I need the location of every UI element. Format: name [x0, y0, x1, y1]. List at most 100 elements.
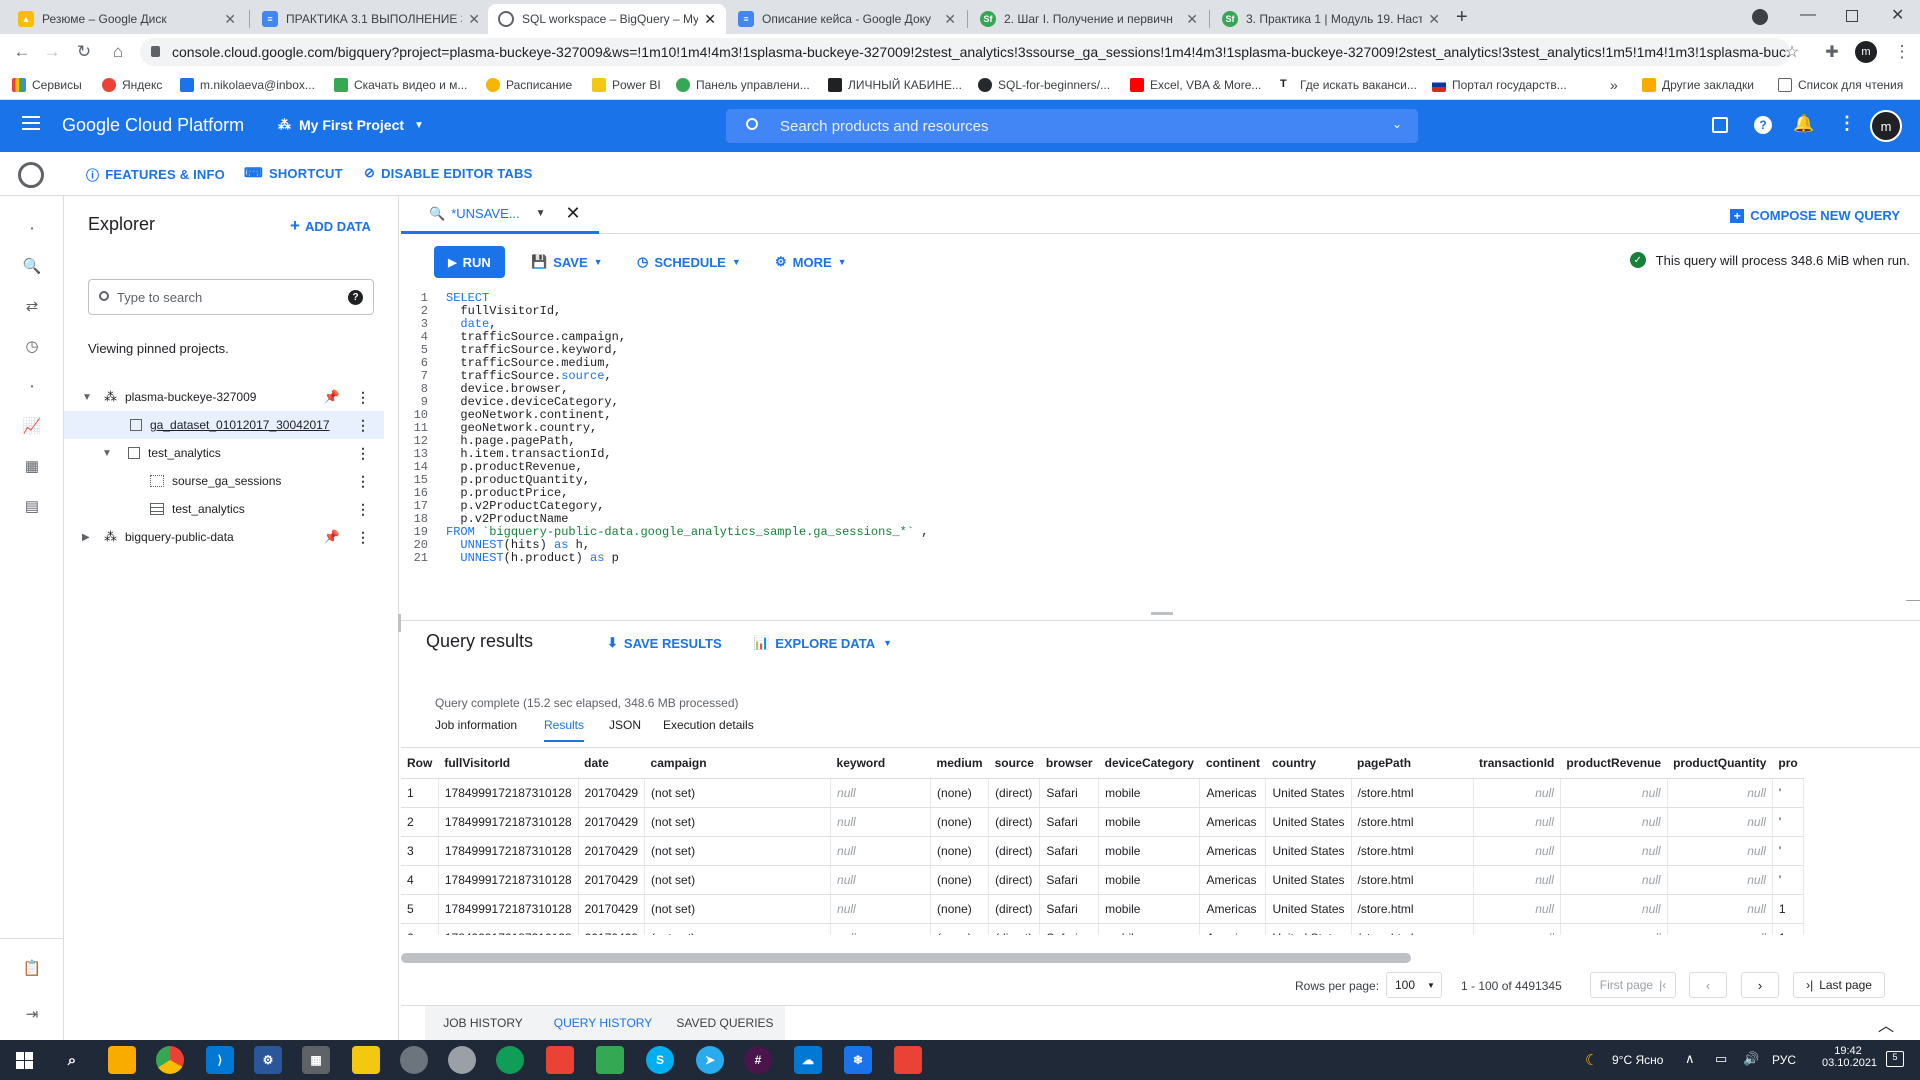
telegram-icon[interactable]: ➤ — [696, 1046, 724, 1074]
data-transfers-icon[interactable]: ⇄ — [20, 294, 44, 318]
expand-less-icon[interactable]: ︿ — [1878, 1012, 1894, 1036]
save-button[interactable]: 💾 SAVE ▼ — [531, 254, 603, 270]
home-icon[interactable]: ⌂ — [106, 40, 130, 64]
kebab-menu-icon[interactable]: ⋮ — [356, 473, 370, 489]
column-header[interactable]: deviceCategory — [1098, 748, 1200, 779]
editor-scrollbar[interactable] — [1906, 600, 1920, 601]
reload-icon[interactable]: ↻ — [72, 40, 96, 64]
editor-tab-unsaved[interactable]: 🔍 *UNSAVE... ▼ ✕ — [401, 196, 599, 234]
app-icon[interactable]: ❄ — [844, 1046, 872, 1074]
skype-icon[interactable]: S — [646, 1046, 674, 1074]
powerbi-taskbar-icon[interactable] — [352, 1046, 380, 1074]
column-header[interactable]: medium — [930, 748, 989, 779]
browser-tab-active[interactable]: SQL workspace – BigQuery – My ✕ — [488, 4, 726, 34]
project-selector[interactable]: ⁂ My First Project ▼ — [278, 117, 424, 133]
tool-icon[interactable]: ⚙ — [254, 1046, 282, 1074]
sql-workspace-search-icon[interactable]: 🔍 — [20, 254, 44, 278]
pin-icon[interactable]: 📌 — [324, 529, 340, 545]
schedule-button[interactable]: ◷ SCHEDULE ▼ — [637, 254, 741, 270]
notifications-bell-icon[interactable]: 🔔 — [1793, 114, 1814, 134]
last-page-button[interactable]: ›| Last page — [1793, 972, 1885, 998]
tab-job-history[interactable]: JOB HISTORY — [425, 1006, 541, 1040]
bookmark-item[interactable]: T Где искать ваканси... — [1280, 76, 1417, 94]
language-indicator[interactable]: РУС — [1772, 1053, 1796, 1067]
chrome-icon[interactable] — [156, 1046, 184, 1074]
browser-tab[interactable]: Sf 3. Практика 1 | Модуль 19. Наст ✕ — [1212, 4, 1450, 34]
gcp-brand[interactable]: Google Cloud Platform — [62, 115, 244, 136]
kebab-menu-icon[interactable]: ⋮ — [356, 389, 370, 405]
tab-saved-queries[interactable]: SAVED QUERIES — [665, 1006, 785, 1040]
rows-per-page-select[interactable]: 100 ▼ — [1386, 972, 1442, 998]
explorer-search-input[interactable]: Type to search ? — [88, 279, 374, 315]
release-notes-icon[interactable]: 📋 — [20, 956, 44, 980]
browser-tab[interactable]: ▲ Резюме – Google Диск ✕ — [8, 4, 246, 34]
calculator-icon[interactable]: ▦ — [302, 1046, 330, 1074]
column-header[interactable]: country — [1265, 748, 1352, 779]
chrome-menu-icon[interactable]: ⋮ — [1890, 40, 1914, 64]
bookmark-item[interactable]: Портал государств... — [1432, 76, 1567, 94]
run-button[interactable]: ▶ RUN — [434, 246, 505, 278]
help-icon[interactable]: ? — [1754, 116, 1772, 134]
bookmark-item[interactable]: SQL-for-beginners/... — [978, 76, 1110, 94]
app-icon[interactable] — [894, 1046, 922, 1074]
tab-search-icon[interactable] — [1752, 9, 1768, 25]
account-avatar[interactable]: m — [1870, 110, 1902, 142]
tree-project-plasma[interactable]: ▼ ⁂ plasma-buckeye-327009 📌 ⋮ — [64, 383, 384, 411]
browser-tab[interactable]: ≡ ПРАКТИКА 3.1 ВЫПОЛНЕНИЕ З ✕ — [252, 4, 490, 34]
clock[interactable]: 19:42 03.10.2021 — [1822, 1045, 1877, 1069]
reservations-icon[interactable]: ▤ — [20, 494, 44, 518]
edge-icon[interactable] — [496, 1046, 524, 1074]
column-header[interactable]: fullVisitorId — [438, 748, 579, 779]
bookmark-item[interactable]: m.nikolaeva@inbox... — [180, 76, 315, 94]
horizontal-scrollbar[interactable] — [401, 953, 1411, 963]
caret-down-icon[interactable]: ▼ — [536, 208, 546, 219]
pin-icon[interactable]: 📌 — [324, 389, 340, 405]
close-tab-icon[interactable]: ✕ — [468, 11, 480, 28]
back-icon[interactable]: ← — [10, 40, 34, 64]
close-tab-icon[interactable]: ✕ — [224, 11, 236, 28]
tree-dataset-ga[interactable]: ga_dataset_01012017_30042017 ⋮ — [64, 411, 384, 439]
network-icon[interactable]: ▭ — [1715, 1051, 1727, 1067]
column-header[interactable]: pro — [1772, 748, 1804, 779]
explore-data-button[interactable]: 📊 EXPLORE DATA ▼ — [753, 635, 892, 651]
tab-job-information[interactable]: Job information — [435, 718, 517, 732]
cloud-shell-icon[interactable] — [1712, 117, 1728, 133]
gcp-search[interactable]: Search products and resources ⌄ — [726, 109, 1418, 143]
editor-resize-handle[interactable] — [1151, 612, 1173, 615]
bookmark-item[interactable]: Панель управлени... — [676, 76, 810, 94]
extensions-icon[interactable]: ✚ — [1820, 40, 1844, 64]
tree-table-test-analytics[interactable]: test_analytics ⋮ — [64, 495, 384, 523]
forward-icon[interactable]: → — [40, 40, 64, 64]
slack-icon[interactable]: # — [744, 1046, 772, 1074]
sql-editor[interactable]: 1 SELECT 2 fullVisitorId, 3 date, 4 trafficS… — [401, 288, 1920, 620]
column-header[interactable]: campaign — [644, 748, 831, 779]
more-vert-icon[interactable]: ⋮ — [1838, 113, 1856, 134]
restore-icon[interactable] — [1846, 10, 1858, 22]
first-page-button[interactable]: First page |‹ — [1590, 972, 1676, 998]
taskbar-search-icon[interactable]: ⌕ — [58, 1046, 86, 1074]
bookmark-item[interactable]: ЛИЧНЫЙ КАБИНЕ... — [828, 76, 962, 94]
bookmark-item[interactable]: Расписание — [486, 76, 572, 94]
column-header[interactable]: pagePath — [1351, 748, 1474, 779]
profile-avatar[interactable]: m — [1855, 41, 1877, 63]
other-bookmarks[interactable]: Другие закладки — [1642, 76, 1754, 94]
hamburger-menu-icon[interactable] — [22, 116, 40, 130]
prev-page-button[interactable]: ‹ — [1689, 972, 1727, 998]
shortcut-button[interactable]: ⌨ SHORTCUT — [244, 165, 343, 181]
close-tab-icon[interactable]: ✕ — [944, 11, 956, 28]
app-icon[interactable] — [546, 1046, 574, 1074]
address-bar[interactable]: console.cloud.google.com/bigquery?projec… — [140, 38, 1790, 66]
tree-dataset-test-analytics[interactable]: ▼ test_analytics ⋮ — [64, 439, 384, 467]
kebab-menu-icon[interactable]: ⋮ — [356, 417, 370, 433]
bookmark-star-icon[interactable]: ☆ — [1780, 40, 1804, 64]
column-header[interactable]: browser — [1039, 748, 1099, 779]
column-header[interactable]: productQuantity — [1667, 748, 1773, 779]
bookmarks-overflow-button[interactable]: » — [1610, 76, 1618, 94]
notification-center-icon[interactable]: 5 — [1886, 1051, 1904, 1067]
windows-start-icon[interactable] — [10, 1046, 38, 1074]
column-header[interactable]: keyword — [830, 748, 931, 779]
dashboard-icon[interactable]: ▦ — [20, 454, 44, 478]
browser-tab[interactable]: Sf 2. Шаг I. Получение и первичн ✕ — [970, 4, 1208, 34]
analytics-hub-icon[interactable]: 📈 — [20, 414, 44, 438]
column-header[interactable]: continent — [1199, 748, 1266, 779]
